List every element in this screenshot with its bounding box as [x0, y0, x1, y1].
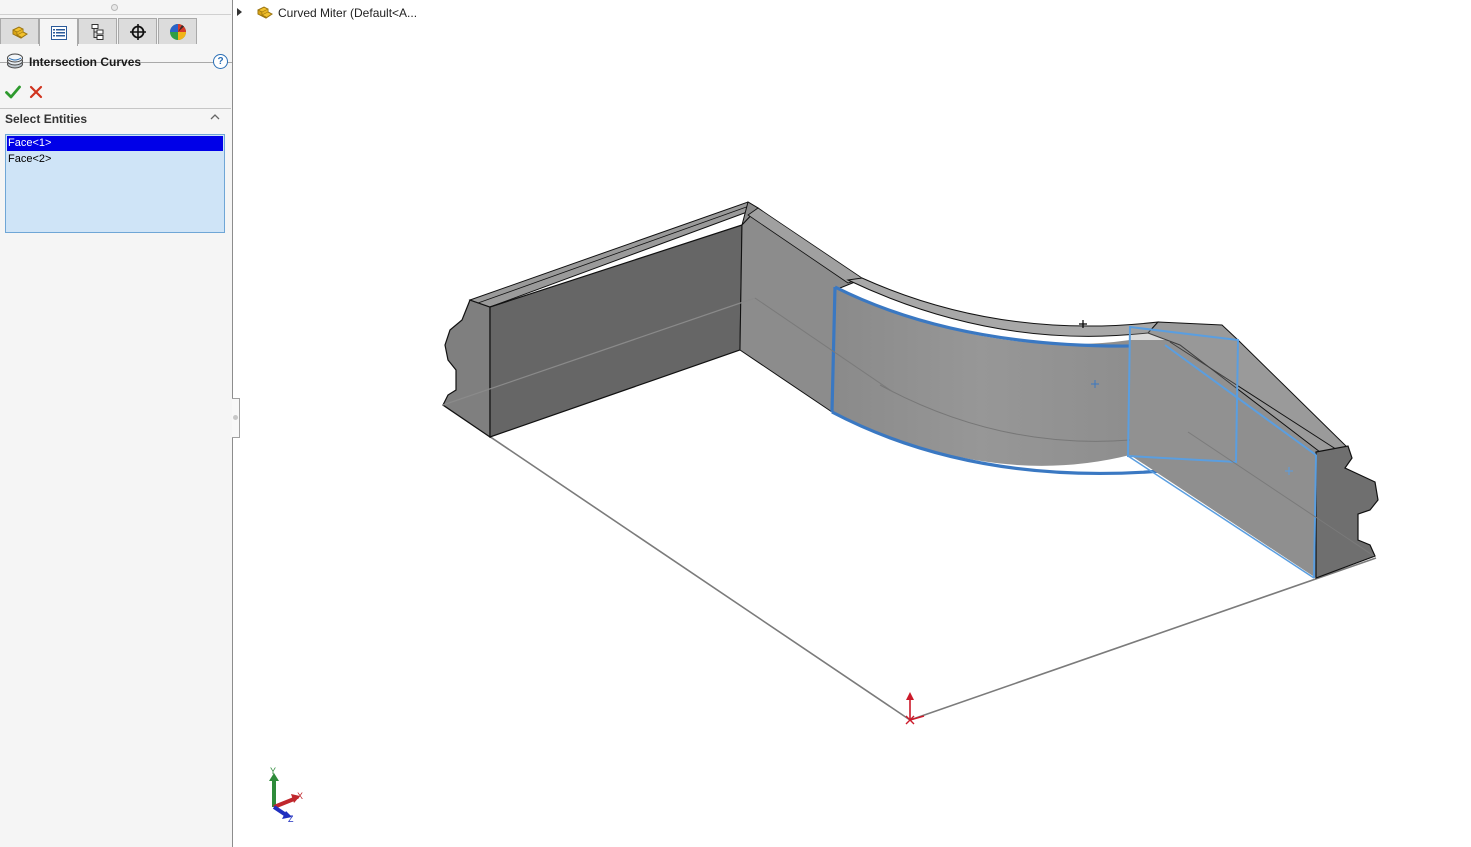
intersection-curves-icon — [7, 53, 23, 69]
feature-title-row: Intersection Curves ? — [6, 53, 228, 71]
select-entities-header[interactable]: Select Entities — [0, 109, 231, 129]
x-axis-label: X — [297, 791, 303, 801]
x-axis: X — [273, 791, 303, 809]
checkmark-icon — [5, 85, 21, 99]
configuration-icon — [91, 23, 103, 40]
z-axis: Z — [272, 805, 294, 824]
y-axis: Y — [269, 766, 279, 807]
tab-dimxpert-manager[interactable] — [118, 18, 157, 44]
panel-divider — [0, 14, 231, 15]
part-icon — [12, 25, 28, 39]
section-title: Select Entities — [5, 112, 88, 126]
help-icon[interactable]: ? — [213, 54, 228, 69]
view-orientation-triad[interactable]: Y X Z — [260, 765, 310, 825]
list-item[interactable]: Face<2> — [7, 152, 223, 167]
cancel-button[interactable] — [28, 84, 44, 100]
tab-feature-manager[interactable] — [0, 18, 39, 44]
property-manager-icon — [50, 25, 67, 40]
feature-title: Intersection Curves — [29, 55, 142, 69]
tab-display-manager[interactable] — [158, 18, 197, 44]
appearance-icon — [169, 23, 186, 40]
z-axis-label: Z — [288, 814, 294, 824]
selected-entities-list[interactable]: Face<1> Face<2> — [5, 134, 225, 233]
tab-property-manager[interactable] — [39, 18, 78, 46]
x-icon — [29, 85, 43, 99]
property-manager-panel: Intersection Curves ? Select Entities Fa… — [0, 0, 233, 847]
origin-icon — [905, 692, 925, 725]
panel-grip[interactable] — [111, 4, 118, 11]
manager-tabs — [0, 18, 232, 63]
graphics-viewport[interactable] — [233, 0, 1471, 847]
right-segment[interactable] — [1126, 321, 1379, 579]
y-axis-label: Y — [270, 766, 276, 776]
chevron-up-icon[interactable] — [209, 111, 221, 123]
crosshair-icon — [129, 23, 146, 40]
list-item[interactable]: Face<1> — [7, 136, 223, 151]
tab-configuration-manager[interactable] — [78, 18, 117, 44]
left-segment[interactable] — [442, 201, 760, 439]
ok-button[interactable] — [5, 84, 21, 100]
